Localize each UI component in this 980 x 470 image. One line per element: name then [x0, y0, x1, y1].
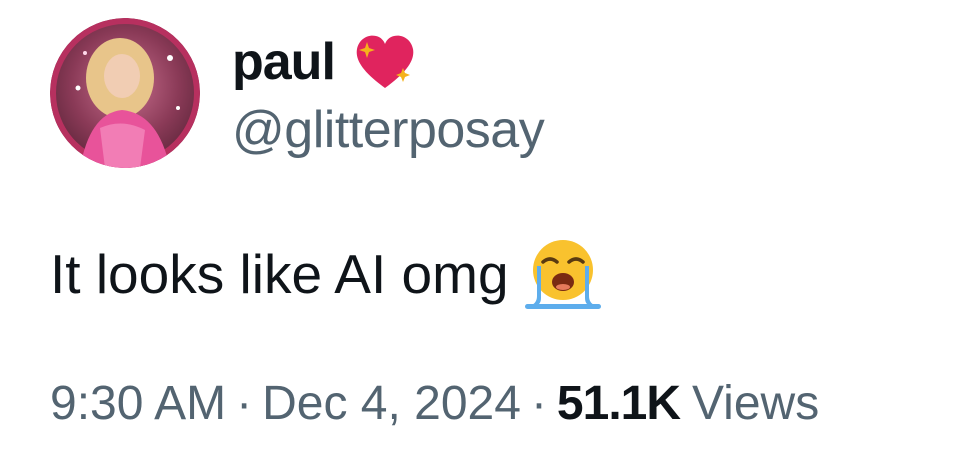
tweet-text: It looks like AI omg	[50, 236, 603, 312]
tweet-date[interactable]: Dec 4, 2024	[262, 380, 521, 428]
meta-separator: ·	[530, 377, 547, 430]
tweet-meta: 9:30 AM · Dec 4, 2024 · 51.1K Views	[50, 380, 819, 428]
avatar[interactable]	[50, 18, 200, 168]
views-count: 51.1K	[556, 377, 681, 430]
meta-separator: ·	[236, 377, 253, 430]
author-handle[interactable]: @glitterposay	[232, 104, 545, 156]
author-name-row: paul	[232, 30, 417, 94]
tweet-card: paul @glitterposay It looks like AI omg	[0, 0, 980, 470]
author-display-name[interactable]: paul	[232, 36, 336, 88]
tweet-time[interactable]: 9:30 AM	[50, 380, 226, 428]
avatar-image	[50, 18, 200, 168]
sparkling-heart-icon	[353, 32, 417, 92]
views-label: Views	[692, 377, 820, 430]
loudly-crying-face-icon	[523, 236, 603, 312]
tweet-text-body: It looks like AI omg	[50, 242, 509, 305]
